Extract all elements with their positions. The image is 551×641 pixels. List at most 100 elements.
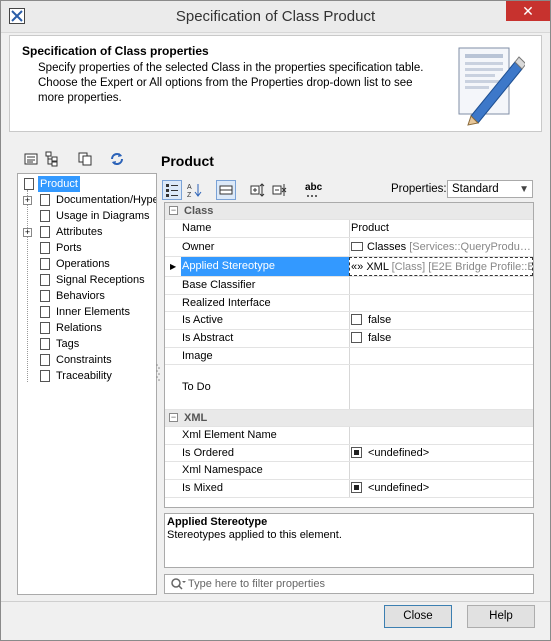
window-close-button[interactable]: ✕ <box>506 1 550 21</box>
page-icon <box>40 306 50 318</box>
property-row-to-do[interactable]: To Do <box>165 365 533 410</box>
tree-toolbar <box>17 151 157 171</box>
property-row-is-abstract[interactable]: Is Abstract false <box>165 330 533 348</box>
property-value[interactable]: false <box>349 330 533 347</box>
property-value[interactable] <box>349 365 533 409</box>
class-icon <box>24 178 34 190</box>
tree-item-operations[interactable]: Operations <box>18 256 156 272</box>
spelling-button[interactable]: abc <box>302 180 322 200</box>
property-value[interactable] <box>349 462 533 479</box>
property-row-base-classifier[interactable]: Base Classifier <box>165 277 533 295</box>
page-icon <box>40 354 50 366</box>
property-row-is-ordered[interactable]: Is Ordered <undefined> <box>165 445 533 462</box>
title-bar: Specification of Class Product ✕ <box>1 1 550 33</box>
is-ordered-checkbox[interactable] <box>351 447 362 458</box>
expand-icon[interactable]: + <box>23 196 32 205</box>
properties-table: − Class Name Product Owner Classes [Serv… <box>164 202 534 508</box>
document-pencil-icon <box>458 47 525 126</box>
compact-view-button[interactable] <box>216 180 236 200</box>
table-view-icon <box>219 185 233 195</box>
property-row-is-active[interactable]: Is Active false <box>165 312 533 330</box>
footer-divider <box>1 601 550 602</box>
close-button[interactable]: Close <box>384 605 452 628</box>
property-row-name[interactable]: Name Product <box>165 220 533 238</box>
tree-item-product[interactable]: Product <box>18 176 156 192</box>
properties-dropdown[interactable]: Standard ▼ <box>447 180 533 198</box>
property-value[interactable]: Classes [Services::QueryProdu… <box>349 238 533 256</box>
is-abstract-checkbox[interactable] <box>351 332 362 343</box>
page-icon <box>40 290 50 302</box>
package-icon <box>351 242 363 251</box>
group-class[interactable]: − Class <box>165 203 533 220</box>
categorized-view-button[interactable] <box>162 180 182 200</box>
tree-item-traceability[interactable]: Traceability <box>18 368 156 384</box>
description-title: Applied Stereotype <box>167 516 268 528</box>
tree-item-constraints[interactable]: Constraints <box>18 352 156 368</box>
property-value[interactable] <box>349 427 533 444</box>
list-view-icon[interactable] <box>23 151 39 167</box>
is-active-checkbox[interactable] <box>351 314 362 325</box>
window-title: Specification of Class Product <box>175 8 376 25</box>
property-row-image[interactable]: Image <box>165 348 533 365</box>
property-row-owner[interactable]: Owner Classes [Services::QueryProdu… <box>165 238 533 257</box>
property-row-realized-interface[interactable]: Realized Interface <box>165 295 533 312</box>
refresh-icon[interactable] <box>109 151 125 167</box>
collapse-icon[interactable]: − <box>169 206 178 215</box>
page-icon <box>40 194 50 206</box>
description-text: Stereotypes applied to this element. <box>167 529 342 541</box>
properties-toolbar: A Z abc Properties: Standard ▼ <box>162 178 534 202</box>
property-value[interactable]: <undefined> <box>349 480 533 497</box>
collapse-icon[interactable]: − <box>169 413 178 422</box>
filter-placeholder: Type here to filter properties <box>188 578 325 590</box>
property-row-xml-element-name[interactable]: Xml Element Name <box>165 427 533 445</box>
categorized-icon <box>166 184 178 197</box>
copy-icon[interactable] <box>77 151 93 167</box>
page-icon <box>40 258 50 270</box>
collapse-all-button[interactable] <box>270 180 290 200</box>
property-value[interactable]: Product <box>349 220 533 237</box>
chevron-down-icon: ▼ <box>519 184 529 195</box>
property-value[interactable]: <undefined> <box>349 445 533 461</box>
page-icon <box>40 322 50 334</box>
tree-item-usage-in-diagrams[interactable]: Usage in Diagrams <box>18 208 156 224</box>
filter-input[interactable]: Type here to filter properties <box>164 574 534 594</box>
property-row-xml-namespace[interactable]: Xml Namespace <box>165 462 533 480</box>
property-row-applied-stereotype[interactable]: ▶ Applied Stereotype «» XML [Class] [E2E… <box>165 257 533 277</box>
property-value[interactable] <box>349 277 533 294</box>
tree-item-inner-elements[interactable]: Inner Elements <box>18 304 156 320</box>
page-icon <box>40 210 50 222</box>
svg-text:A: A <box>187 184 192 191</box>
property-value[interactable] <box>349 295 533 311</box>
specification-dialog: Specification of Class Product ✕ Specifi… <box>0 0 551 641</box>
hierarchy-view-icon[interactable] <box>44 151 60 167</box>
tree-item-tags[interactable]: Tags <box>18 336 156 352</box>
sort-az-icon: A Z <box>187 184 202 199</box>
expand-all-button[interactable] <box>248 180 268 200</box>
expand-all-icon <box>250 183 265 197</box>
search-icon <box>171 578 186 590</box>
tree-item-ports[interactable]: Ports <box>18 240 156 256</box>
property-value[interactable]: false <box>349 312 533 329</box>
tree-item-attributes[interactable]: + Attributes <box>18 224 156 240</box>
is-mixed-checkbox[interactable] <box>351 482 362 493</box>
help-button[interactable]: Help <box>467 605 535 628</box>
tree-item-documentation[interactable]: + Documentation/Hype <box>18 192 156 208</box>
specification-tree: Product + Documentation/Hype Usage in Di… <box>17 173 157 595</box>
property-row-is-mixed[interactable]: Is Mixed <undefined> <box>165 480 533 498</box>
tree-item-signal-receptions[interactable]: Signal Receptions <box>18 272 156 288</box>
tree-item-relations[interactable]: Relations <box>18 320 156 336</box>
properties-selected-value: Standard <box>452 183 499 195</box>
page-icon <box>40 242 50 254</box>
expand-icon[interactable]: + <box>23 228 32 237</box>
property-value[interactable]: «» XML [Class] [E2E Bridge Profile::B <box>349 257 533 276</box>
splitter-handle[interactable] <box>156 363 160 381</box>
current-row-arrow-icon: ▶ <box>170 262 177 271</box>
property-value[interactable] <box>349 348 533 364</box>
collapse-all-icon <box>272 184 287 196</box>
svg-text:Z: Z <box>187 192 192 199</box>
page-title: Product <box>161 153 214 169</box>
sort-az-button[interactable]: A Z <box>184 180 204 200</box>
tree-item-behaviors[interactable]: Behaviors <box>18 288 156 304</box>
group-xml[interactable]: − XML <box>165 410 533 427</box>
page-icon <box>40 226 50 238</box>
